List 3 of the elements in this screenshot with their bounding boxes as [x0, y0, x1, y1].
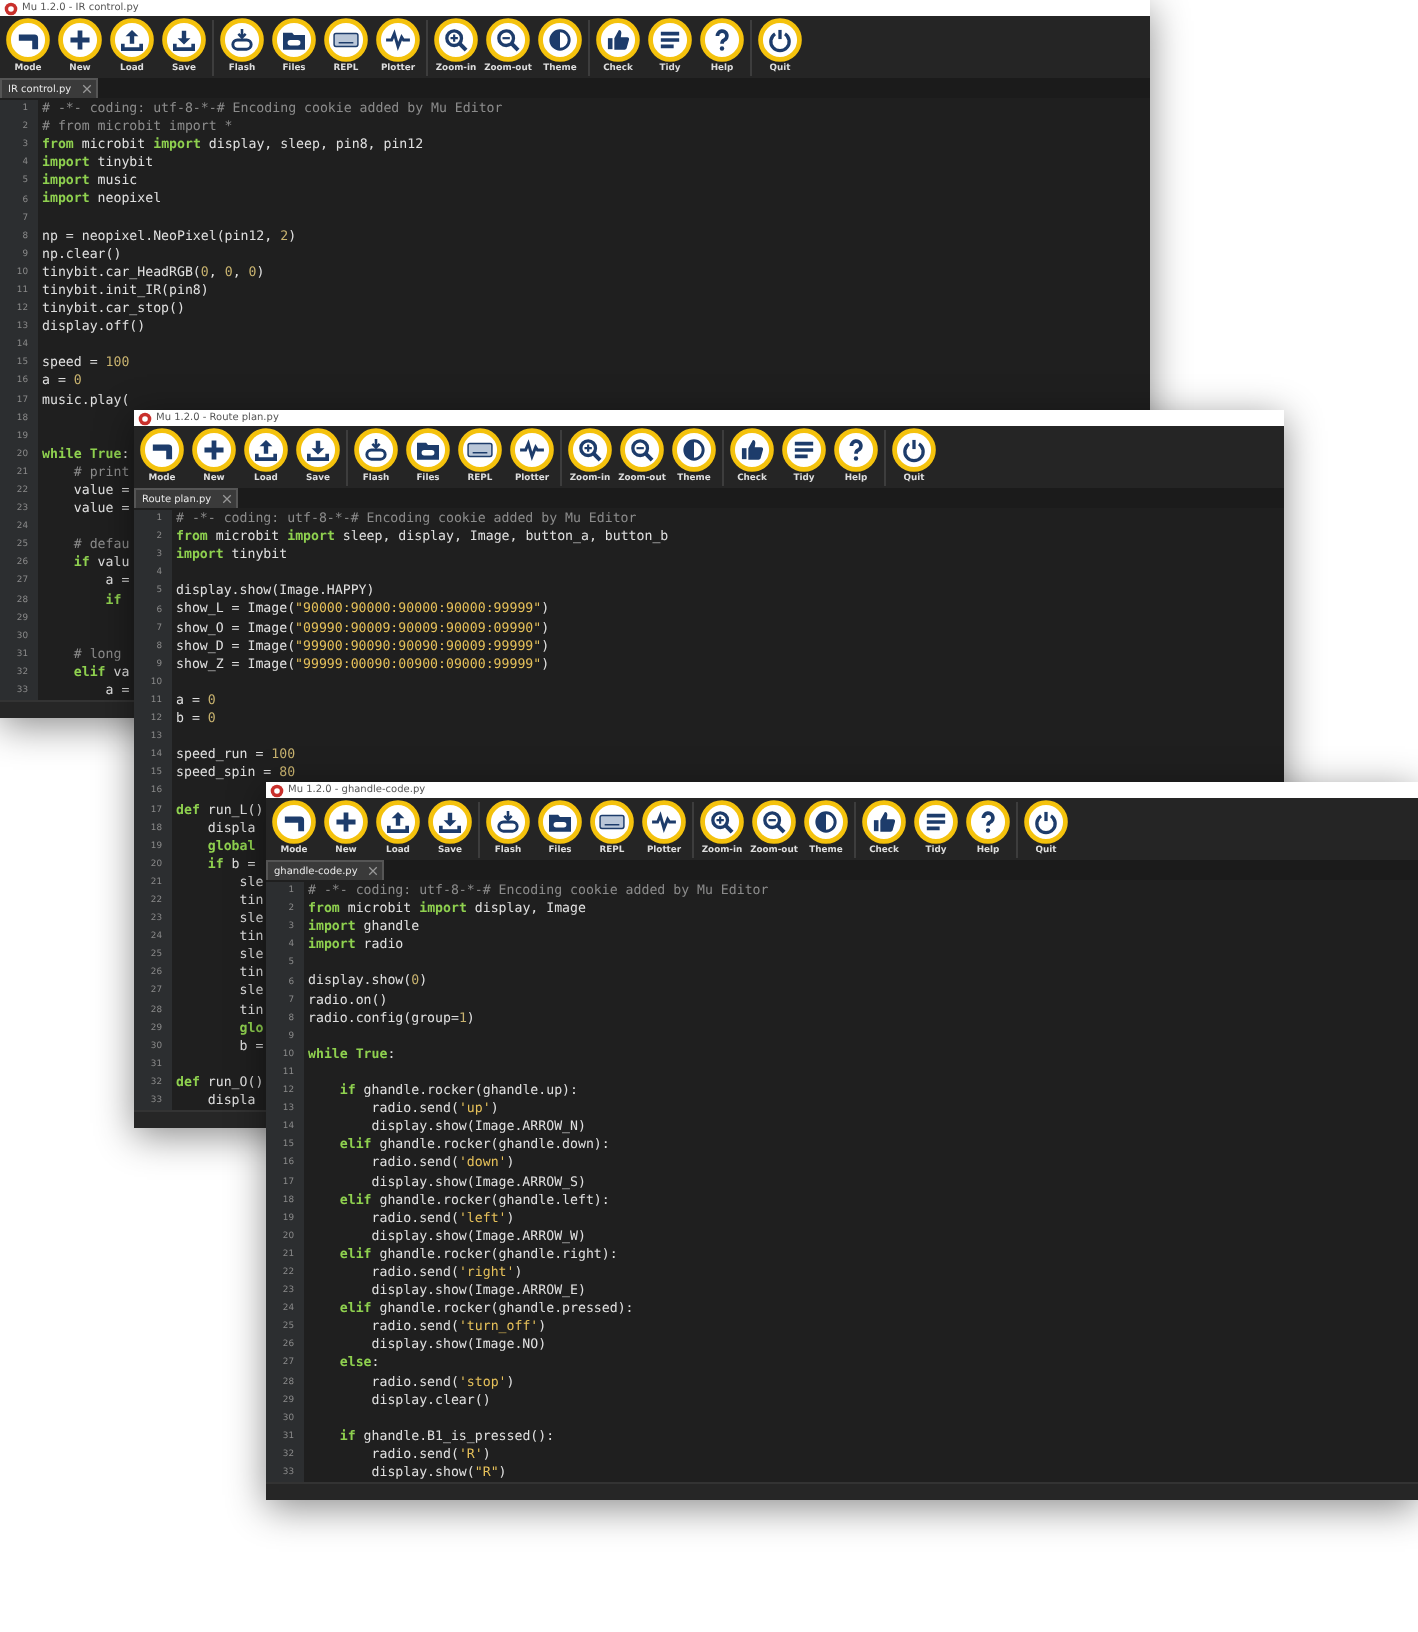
close-icon[interactable] — [81, 84, 92, 94]
close-icon[interactable] — [221, 494, 232, 504]
close-icon[interactable] — [367, 866, 378, 876]
